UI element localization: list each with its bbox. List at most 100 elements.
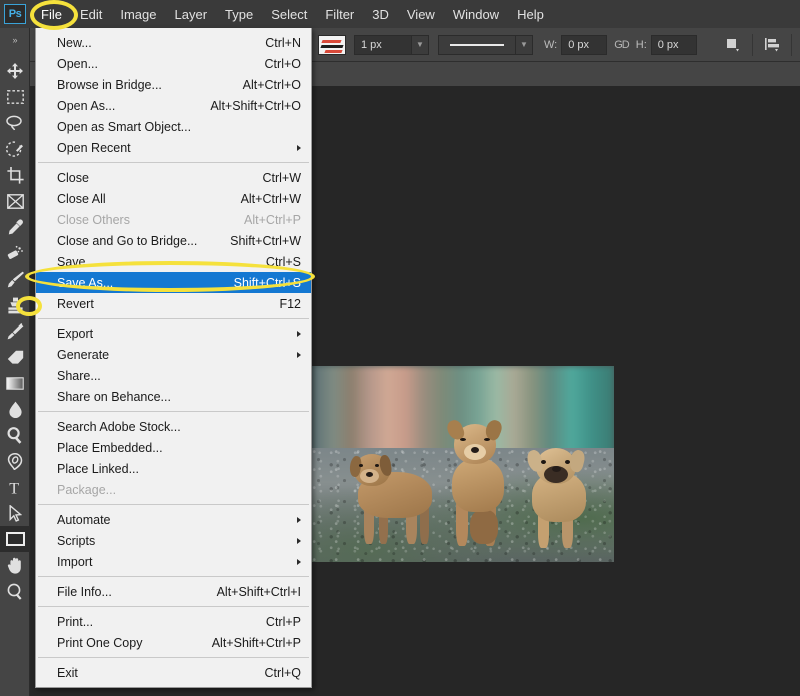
stroke-width-input[interactable]: 1 px (354, 34, 412, 55)
menu-item-import[interactable]: Import (36, 551, 311, 572)
menu-layer[interactable]: Layer (166, 3, 217, 26)
menu-item-label: New... (57, 35, 92, 50)
menu-item-export[interactable]: Export (36, 323, 311, 344)
menu-item-shortcut: Alt+Shift+Ctrl+O (210, 98, 301, 113)
menu-item-shortcut: Shift+Ctrl+W (230, 233, 301, 248)
submenu-arrow-icon (297, 351, 301, 358)
path-selection-tool[interactable] (0, 500, 30, 526)
menu-item-close-others: Close Others Alt+Ctrl+P (36, 209, 311, 230)
menu-item-label: Close Others (57, 212, 130, 227)
menu-item-print[interactable]: Print... Ctrl+P (36, 611, 311, 632)
menu-filter[interactable]: Filter (316, 3, 363, 26)
move-tool[interactable] (0, 58, 30, 84)
menu-item-place-embedded[interactable]: Place Embedded... (36, 437, 311, 458)
height-label: H: (635, 38, 647, 51)
menu-item-exit[interactable]: Exit Ctrl+Q (36, 662, 311, 683)
menu-item-label: Save As... (57, 275, 114, 290)
menu-item-share-on-behance[interactable]: Share on Behance... (36, 386, 311, 407)
menu-view[interactable]: View (398, 3, 444, 26)
menu-item-file-info[interactable]: File Info... Alt+Shift+Ctrl+I (36, 581, 311, 602)
menu-item-open-as[interactable]: Open As... Alt+Shift+Ctrl+O (36, 95, 311, 116)
frame-tool[interactable] (0, 188, 30, 214)
path-operations-icon[interactable] (721, 34, 745, 56)
menu-divider (38, 576, 309, 577)
zoom-tool[interactable] (0, 578, 30, 604)
double-chevron-right-icon[interactable]: » (0, 32, 29, 48)
menu-item-shortcut: Alt+Shift+Ctrl+I (216, 584, 301, 599)
height-input[interactable]: 0 px (650, 34, 697, 55)
rectangle-tool[interactable] (0, 526, 30, 552)
eyedropper-tool[interactable] (0, 214, 30, 240)
menu-item-shortcut: Alt+Shift+Ctrl+P (211, 635, 301, 650)
menu-item-place-linked[interactable]: Place Linked... (36, 458, 311, 479)
menu-item-shortcut: Alt+Ctrl+W (240, 191, 301, 206)
svg-text:T: T (9, 480, 19, 495)
menu-item-open-as-smart-object[interactable]: Open as Smart Object... (36, 116, 311, 137)
menu-type[interactable]: Type (216, 3, 262, 26)
clone-stamp-tool[interactable] (0, 292, 30, 318)
menu-item-label: Place Embedded... (57, 440, 163, 455)
stroke-style-dropdown[interactable] (438, 34, 516, 55)
menu-item-close-and-go-to-bridge[interactable]: Close and Go to Bridge... Shift+Ctrl+W (36, 230, 311, 251)
menu-help[interactable]: Help (508, 3, 553, 26)
menu-item-revert[interactable]: Revert F12 (36, 293, 311, 314)
menu-divider (38, 606, 309, 607)
pen-tool[interactable] (0, 448, 30, 474)
quick-selection-tool[interactable] (0, 136, 30, 162)
menu-item-label: Open As... (57, 98, 116, 113)
hand-tool[interactable] (0, 552, 30, 578)
menu-item-shortcut: Ctrl+O (264, 56, 301, 71)
crop-tool[interactable] (0, 162, 30, 188)
menu-item-open[interactable]: Open... Ctrl+O (36, 53, 311, 74)
menu-edit[interactable]: Edit (71, 3, 111, 26)
menu-item-open-recent[interactable]: Open Recent (36, 137, 311, 158)
menu-bar: Ps File Edit Image Layer Type Select Fil… (0, 0, 800, 28)
link-chain-icon[interactable]: GD (614, 39, 629, 51)
menu-item-generate[interactable]: Generate (36, 344, 311, 365)
rectangular-marquee-tool[interactable] (0, 84, 30, 110)
photoshop-window: Ps File Edit Image Layer Type Select Fil… (0, 0, 800, 696)
history-brush-tool[interactable] (0, 318, 30, 344)
menu-item-scripts[interactable]: Scripts (36, 530, 311, 551)
gradient-tool[interactable] (0, 370, 30, 396)
photoshop-logo: Ps (4, 4, 26, 24)
menu-item-close[interactable]: Close Ctrl+W (36, 167, 311, 188)
menu-3d[interactable]: 3D (363, 3, 398, 26)
menu-file[interactable]: File (32, 3, 71, 26)
menu-image[interactable]: Image (111, 3, 165, 26)
menu-item-label: Share... (57, 368, 101, 383)
menu-item-label: Place Linked... (57, 461, 139, 476)
menu-divider (38, 318, 309, 319)
menu-window[interactable]: Window (444, 3, 508, 26)
menu-item-label: Revert (57, 296, 94, 311)
horizontal-type-tool[interactable]: T (0, 474, 30, 500)
menu-divider (38, 657, 309, 658)
menu-item-save[interactable]: Save Ctrl+S (36, 251, 311, 272)
path-alignment-icon[interactable] (760, 34, 784, 56)
menu-item-label: Open as Smart Object... (57, 119, 192, 134)
menu-select[interactable]: Select (262, 3, 316, 26)
menu-item-label: Close and Go to Bridge... (57, 233, 198, 248)
menu-item-label: Open... (57, 56, 98, 71)
dodge-tool[interactable] (0, 422, 30, 448)
spot-healing-brush-tool[interactable] (0, 240, 30, 266)
lasso-tool[interactable] (0, 110, 30, 136)
menu-item-save-as[interactable]: Save As... Shift+Ctrl+S (36, 272, 311, 293)
stroke-width-chevron-down-icon[interactable]: ▼ (412, 34, 429, 55)
menu-item-browse-in-bridge[interactable]: Browse in Bridge... Alt+Ctrl+O (36, 74, 311, 95)
solid-line-icon (450, 43, 504, 46)
menu-item-close-all[interactable]: Close All Alt+Ctrl+W (36, 188, 311, 209)
eraser-tool[interactable] (0, 344, 30, 370)
menu-item-label: Browse in Bridge... (57, 77, 162, 92)
menu-item-print-one-copy[interactable]: Print One Copy Alt+Shift+Ctrl+P (36, 632, 311, 653)
width-input[interactable]: 0 px (561, 34, 608, 55)
brush-tool[interactable] (0, 266, 30, 292)
blur-tool[interactable] (0, 396, 30, 422)
menu-item-automate[interactable]: Automate (36, 509, 311, 530)
submenu-arrow-icon (297, 558, 301, 565)
menu-item-share[interactable]: Share... (36, 365, 311, 386)
menu-item-search-adobe-stock[interactable]: Search Adobe Stock... (36, 416, 311, 437)
stroke-style-chevron-down-icon[interactable]: ▼ (516, 34, 533, 55)
stroke-style-swatch-icon[interactable] (318, 34, 346, 55)
menu-item-new[interactable]: New... Ctrl+N (36, 32, 311, 53)
